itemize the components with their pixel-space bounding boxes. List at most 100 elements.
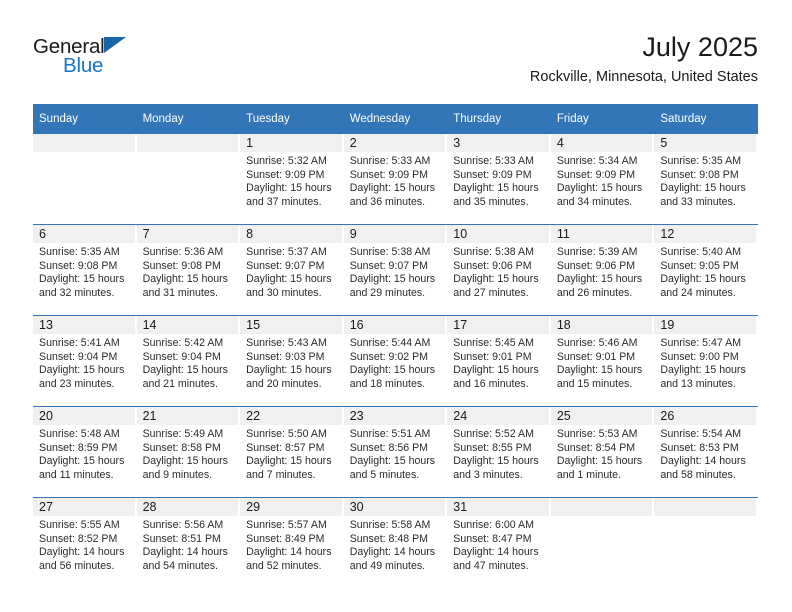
sunset-text: Sunset: 8:53 PM (660, 441, 739, 454)
day-cell[interactable]: 6 Sunrise: 5:35 AM Sunset: 9:08 PM Dayli… (33, 224, 137, 316)
sunrise-text: Sunrise: 5:36 AM (142, 246, 224, 258)
calendar-week-row: 6 Sunrise: 5:35 AM Sunset: 9:08 PM Dayli… (33, 224, 758, 316)
day-cell[interactable]: 30 Sunrise: 5:58 AM Sunset: 8:48 PM Dayl… (343, 497, 448, 588)
sunset-text: Sunset: 9:06 PM (556, 259, 636, 272)
day-cell[interactable]: 31 Sunrise: 6:00 AM Sunset: 8:47 PM Dayl… (447, 497, 551, 588)
day-number: 9 (343, 225, 446, 243)
day-number: 1 (240, 134, 342, 152)
sunset-text: Sunset: 8:48 PM (349, 532, 429, 545)
daylight-text-line2: and 54 minutes. (142, 559, 218, 572)
day-cell[interactable]: 24 Sunrise: 5:52 AM Sunset: 8:55 PM Dayl… (447, 406, 551, 498)
day-number: 21 (136, 407, 239, 425)
sunrise-text: Sunrise: 5:37 AM (246, 246, 327, 258)
day-details: Sunrise: 5:49 AM Sunset: 8:58 PM Dayligh… (137, 425, 239, 482)
day-number: 12 (654, 225, 756, 243)
logo-text-blue: Blue (63, 54, 104, 77)
day-cell[interactable]: 15 Sunrise: 5:43 AM Sunset: 9:03 PM Dayl… (240, 315, 344, 407)
day-cell[interactable]: 9 Sunrise: 5:38 AM Sunset: 9:07 PM Dayli… (343, 224, 448, 316)
generalblue-logo[interactable]: General Blue (33, 35, 183, 85)
daylight-text-line2: and 32 minutes. (39, 286, 115, 299)
day-details: Sunrise: 5:40 AM Sunset: 9:05 PM Dayligh… (654, 243, 756, 300)
daylight-text-line2: and 16 minutes. (453, 377, 529, 390)
day-cell[interactable]: 16 Sunrise: 5:44 AM Sunset: 9:02 PM Dayl… (343, 315, 448, 407)
day-number: 28 (136, 498, 239, 516)
daylight-text-line2: and 23 minutes. (39, 377, 115, 390)
daylight-text-line1: Daylight: 15 hours (142, 273, 228, 286)
day-details: Sunrise: 5:39 AM Sunset: 9:06 PM Dayligh… (551, 243, 653, 300)
day-cell[interactable]: 3 Sunrise: 5:33 AM Sunset: 9:09 PM Dayli… (447, 134, 551, 225)
day-number: 8 (240, 225, 342, 243)
daylight-text-line1: Daylight: 15 hours (556, 273, 643, 286)
day-cell[interactable]: 4 Sunrise: 5:34 AM Sunset: 9:09 PM Dayli… (550, 134, 655, 225)
daylight-text-line1: Daylight: 14 hours (453, 546, 539, 559)
day-details: Sunrise: 5:33 AM Sunset: 9:09 PM Dayligh… (344, 152, 446, 209)
day-cell[interactable]: 27 Sunrise: 5:55 AM Sunset: 8:52 PM Dayl… (33, 497, 137, 588)
sunrise-text: Sunrise: 5:52 AM (453, 428, 534, 440)
sunrise-text: Sunrise: 5:41 AM (39, 337, 120, 349)
day-details: Sunrise: 5:57 AM Sunset: 8:49 PM Dayligh… (240, 516, 342, 573)
daylight-text-line1: Daylight: 15 hours (349, 273, 436, 286)
calendar-page: General Blue July 2025 Rockville, Minnes… (0, 0, 792, 612)
day-cell[interactable]: 5 Sunrise: 5:35 AM Sunset: 9:08 PM Dayli… (654, 134, 758, 225)
day-cell[interactable]: 18 Sunrise: 5:46 AM Sunset: 9:01 PM Dayl… (550, 315, 655, 407)
day-number: 27 (33, 498, 135, 516)
sunrise-text: Sunrise: 5:54 AM (660, 428, 742, 440)
daylight-text-line2: and 34 minutes. (556, 195, 633, 208)
day-cell[interactable]: 17 Sunrise: 5:45 AM Sunset: 9:01 PM Dayl… (447, 315, 551, 407)
day-number: 17 (447, 316, 549, 334)
day-cell[interactable]: 13 Sunrise: 5:41 AM Sunset: 9:04 PM Dayl… (33, 315, 137, 407)
day-cell[interactable]: 23 Sunrise: 5:51 AM Sunset: 8:56 PM Dayl… (343, 406, 448, 498)
daylight-text-line2: and 52 minutes. (246, 559, 322, 572)
day-cell[interactable]: 20 Sunrise: 5:48 AM Sunset: 8:59 PM Dayl… (33, 406, 137, 498)
day-cell[interactable]: 28 Sunrise: 5:56 AM Sunset: 8:51 PM Dayl… (136, 497, 241, 588)
day-number: 22 (240, 407, 342, 425)
day-details: Sunrise: 6:00 AM Sunset: 8:47 PM Dayligh… (447, 516, 549, 573)
sunset-text: Sunset: 9:02 PM (349, 350, 429, 363)
day-cell[interactable] (550, 497, 655, 588)
day-cell[interactable]: 26 Sunrise: 5:54 AM Sunset: 8:53 PM Dayl… (654, 406, 758, 498)
daylight-text-line2: and 20 minutes. (246, 377, 322, 390)
day-cell[interactable]: 12 Sunrise: 5:40 AM Sunset: 9:05 PM Dayl… (654, 224, 758, 316)
page-header: General Blue July 2025 Rockville, Minnes… (33, 30, 758, 96)
sunrise-text: Sunrise: 5:56 AM (142, 519, 224, 531)
sunrise-text: Sunrise: 5:35 AM (39, 246, 120, 258)
day-cell[interactable]: 1 Sunrise: 5:32 AM Sunset: 9:09 PM Dayli… (240, 134, 344, 225)
day-cell[interactable]: 2 Sunrise: 5:33 AM Sunset: 9:09 PM Dayli… (343, 134, 448, 225)
sunrise-text: Sunrise: 5:33 AM (349, 155, 431, 167)
daylight-text-line1: Daylight: 15 hours (142, 455, 228, 468)
sunrise-text: Sunrise: 5:45 AM (453, 337, 534, 349)
day-cell[interactable] (136, 134, 241, 225)
sunrise-text: Sunrise: 5:42 AM (142, 337, 224, 349)
day-cell[interactable]: 10 Sunrise: 5:38 AM Sunset: 9:06 PM Dayl… (447, 224, 551, 316)
day-cell[interactable]: 11 Sunrise: 5:39 AM Sunset: 9:06 PM Dayl… (550, 224, 655, 316)
day-cell[interactable]: 25 Sunrise: 5:53 AM Sunset: 8:54 PM Dayl… (550, 406, 655, 498)
day-details: Sunrise: 5:42 AM Sunset: 9:04 PM Dayligh… (137, 334, 239, 391)
daylight-text-line2: and 47 minutes. (453, 559, 529, 572)
day-cell[interactable]: 29 Sunrise: 5:57 AM Sunset: 8:49 PM Dayl… (240, 497, 344, 588)
day-cell[interactable]: 7 Sunrise: 5:36 AM Sunset: 9:08 PM Dayli… (136, 224, 241, 316)
day-cell[interactable]: 19 Sunrise: 5:47 AM Sunset: 9:00 PM Dayl… (654, 315, 758, 407)
day-details: Sunrise: 5:58 AM Sunset: 8:48 PM Dayligh… (344, 516, 446, 573)
sunset-text: Sunset: 8:52 PM (39, 532, 118, 545)
calendar-table: Sunday Monday Tuesday Wednesday Thursday… (33, 104, 758, 588)
day-cell[interactable] (33, 134, 137, 225)
day-details: Sunrise: 5:51 AM Sunset: 8:56 PM Dayligh… (344, 425, 446, 482)
day-cell[interactable] (654, 497, 758, 588)
daylight-text-line1: Daylight: 14 hours (660, 455, 746, 468)
daylight-text-line2: and 33 minutes. (660, 195, 736, 208)
day-cell[interactable]: 21 Sunrise: 5:49 AM Sunset: 8:58 PM Dayl… (136, 406, 241, 498)
day-number: 20 (33, 407, 135, 425)
daylight-text-line2: and 31 minutes. (142, 286, 218, 299)
day-number (136, 134, 239, 152)
daylight-text-line1: Daylight: 14 hours (39, 546, 125, 559)
day-cell[interactable]: 8 Sunrise: 5:37 AM Sunset: 9:07 PM Dayli… (240, 224, 344, 316)
sunset-text: Sunset: 9:01 PM (453, 350, 532, 363)
day-details: Sunrise: 5:54 AM Sunset: 8:53 PM Dayligh… (654, 425, 756, 482)
sunrise-text: Sunrise: 5:34 AM (556, 155, 638, 167)
day-details (654, 516, 756, 519)
day-cell[interactable]: 14 Sunrise: 5:42 AM Sunset: 9:04 PM Dayl… (136, 315, 241, 407)
sunset-text: Sunset: 9:01 PM (556, 350, 636, 363)
daylight-text-line1: Daylight: 15 hours (246, 182, 332, 195)
day-cell[interactable]: 22 Sunrise: 5:50 AM Sunset: 8:57 PM Dayl… (240, 406, 344, 498)
day-number: 16 (343, 316, 446, 334)
